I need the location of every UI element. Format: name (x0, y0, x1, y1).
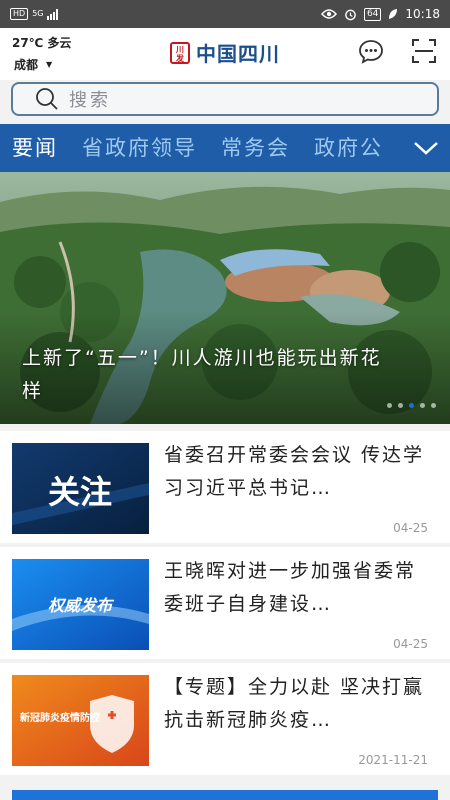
news-item[interactable]: 权威发布 王晓晖对进一步加强省委常委班子自身建设… 04-25 (0, 547, 450, 659)
news-date: 2021-11-21 (358, 753, 428, 767)
scan-icon[interactable] (411, 38, 437, 64)
app-logo: 川发 中国四川 (170, 38, 280, 67)
thumb-text: 权威发布 (48, 596, 115, 615)
logo-seal: 川发 (170, 41, 190, 64)
clock: 10:18 (405, 7, 440, 21)
signal-icon (47, 8, 59, 20)
news-item[interactable]: 关注 省委召开常委会会议 传达学习习近平总书记… 04-25 (0, 431, 450, 543)
tabs-expand-button[interactable] (402, 124, 450, 172)
carousel-dot (398, 403, 403, 408)
search-input[interactable]: 搜索 (11, 82, 439, 116)
carousel-dot (420, 403, 425, 408)
app-header: 27℃ 多云 成都 ▼ 川发 中国四川 (0, 28, 450, 80)
weather-readout: 27℃ 多云 (12, 36, 72, 50)
caret-down-icon: ▼ (46, 60, 53, 69)
news-item[interactable]: 新冠肺炎疫情防控 【专题】全力以赴 坚决打赢抗击新冠肺炎疫… 2021-11-2… (0, 663, 450, 775)
logo-text: 中国四川 (196, 42, 280, 66)
tab-strip: 要闻 省政府领导 常务会 政府公 (0, 124, 402, 172)
carousel-dot (387, 403, 392, 408)
thumb-text: 新冠肺炎疫情防控 (20, 711, 100, 724)
news-thumbnail: 新冠肺炎疫情防控 (12, 675, 149, 766)
battery-icon: 64 (363, 7, 382, 21)
tab-gov-leaders[interactable]: 省政府领导 (82, 124, 197, 172)
tab-executive-meeting[interactable]: 常务会 (221, 124, 290, 172)
news-date: 04-25 (393, 637, 428, 651)
thumb-text: 关注 (48, 473, 112, 511)
news-thumbnail: 权威发布 (12, 559, 149, 650)
next-item-peek (12, 790, 438, 800)
eye-icon (320, 9, 337, 19)
headline-carousel[interactable]: 上新了“五一”！川人游川也能玩出新花样 (0, 172, 450, 424)
chat-icon[interactable] (358, 38, 384, 64)
carousel-dot (409, 403, 414, 408)
search-icon (36, 88, 58, 110)
chevron-down-icon (414, 142, 438, 155)
status-bar: HD 5G 64 10:18 (0, 0, 450, 28)
tab-government[interactable]: 政府公 (314, 124, 383, 172)
hd-badge: HD (10, 8, 29, 20)
carousel-dot (431, 403, 436, 408)
tab-yaowen[interactable]: 要闻 (12, 124, 58, 172)
city-selector[interactable]: 成都 ▼ (14, 56, 52, 73)
network-type: 5G (32, 9, 44, 18)
news-title: 省委召开常委会会议 传达学习习近平总书记… (164, 444, 425, 499)
banner-caption: 上新了“五一”！川人游川也能玩出新花样 (22, 347, 382, 402)
news-date: 04-25 (393, 521, 428, 535)
carousel-dots (387, 403, 436, 408)
search-placeholder: 搜索 (69, 90, 111, 111)
news-title: 【专题】全力以赴 坚决打赢抗击新冠肺炎疫… (164, 676, 425, 731)
news-thumbnail: 关注 (12, 443, 149, 534)
city-label: 成都 (14, 58, 39, 72)
leaf-icon (389, 9, 398, 19)
channel-tabs: 要闻 省政府领导 常务会 政府公 (0, 124, 450, 172)
alarm-icon (345, 9, 356, 20)
news-title: 王晓晖对进一步加强省委常委班子自身建设… (164, 560, 417, 615)
